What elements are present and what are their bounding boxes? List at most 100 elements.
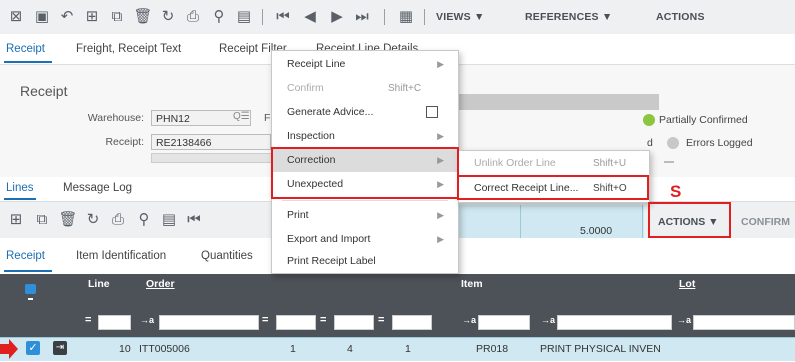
- cell-description: PRINT PHYSICAL INVEN: [540, 343, 661, 355]
- tab-receipt[interactable]: Receipt: [6, 43, 45, 55]
- warehouse-label: Warehouse:: [87, 112, 144, 124]
- tab-freight-receipt-text[interactable]: Freight, Receipt Text: [76, 43, 181, 55]
- column-header-order[interactable]: Order: [146, 278, 175, 290]
- menu-item-receipt-line[interactable]: Receipt Line ▶: [272, 53, 458, 76]
- select-all-icon[interactable]: [25, 284, 36, 294]
- filter-op-q3: =: [378, 314, 385, 326]
- filter-lot-input[interactable]: [693, 315, 795, 330]
- actions-menu[interactable]: ACTIONS: [656, 11, 705, 23]
- toolbar-divider: [384, 9, 385, 25]
- menu-item-confirm[interactable]: Confirm Shift+C: [272, 77, 458, 100]
- receipt-label: Receipt:: [105, 136, 144, 148]
- tab-message-log[interactable]: Message Log: [63, 182, 132, 194]
- last-record-icon[interactable]: ⏭: [352, 7, 372, 27]
- menu-item-generate-advice[interactable]: Generate Advice...: [272, 101, 458, 124]
- toolbar-divider: [424, 9, 425, 25]
- filter-q1-input[interactable]: [276, 315, 316, 330]
- form-title: Receipt: [20, 83, 68, 99]
- active-tab-indicator: [4, 61, 52, 63]
- next-record-icon[interactable]: ▶: [327, 7, 347, 27]
- save-icon[interactable]: ▣: [32, 7, 52, 27]
- filter-item-input[interactable]: [478, 315, 530, 330]
- partially-confirmed-indicator: [643, 114, 655, 126]
- duplicate-icon[interactable]: ⧉: [107, 7, 127, 27]
- chevron-right-icon: ▶: [437, 234, 444, 244]
- filter-op-description: →a: [541, 315, 556, 325]
- grid-tab-quantities[interactable]: Quantities: [201, 250, 253, 262]
- row-detail-icon[interactable]: ⇥: [53, 341, 67, 355]
- cell-item: PR018: [476, 343, 509, 355]
- filter-order-input[interactable]: [159, 315, 259, 330]
- cell-order: ITT005006: [139, 343, 190, 355]
- quantity-value: 5.0000: [580, 225, 613, 237]
- menu-item-print-receipt-label[interactable]: Print Receipt Label: [272, 250, 458, 273]
- tab-lines[interactable]: Lines: [6, 182, 34, 194]
- filter-q2-input[interactable]: [334, 315, 374, 330]
- active-grid-tab-indicator: [4, 270, 52, 272]
- annotation-box-correction: [271, 147, 459, 199]
- filter-q3-input[interactable]: [392, 315, 432, 330]
- filter-op-q1: =: [262, 314, 269, 326]
- undo-icon[interactable]: ↶: [57, 7, 77, 27]
- field-label-fragment: F: [264, 112, 271, 124]
- select-all-dash: [28, 298, 33, 300]
- row-pointer-arrow-icon: [0, 339, 18, 359]
- views-menu[interactable]: VIEWS ▼: [436, 11, 485, 23]
- first-record-icon[interactable]: ⏮: [273, 7, 293, 27]
- filter-op-order: →a: [140, 315, 155, 325]
- chevron-right-icon: ▶: [437, 59, 444, 69]
- search-icon[interactable]: ⚲: [209, 7, 229, 27]
- filter-line-input[interactable]: [98, 315, 131, 330]
- cell-q1: 1: [290, 343, 296, 355]
- references-menu[interactable]: REFERENCES ▼: [525, 11, 612, 23]
- refresh-lines-icon[interactable]: ↻: [83, 210, 103, 230]
- excel-export-icon[interactable]: ⊠: [6, 7, 26, 27]
- table-row[interactable]: ✓ ⇥ 10 ITT005006 1 4 1 PR018 PRINT PHYSI…: [0, 337, 795, 361]
- previous-record-icon[interactable]: ◀: [300, 7, 320, 27]
- new-line-icon[interactable]: ⊞: [6, 210, 26, 230]
- column-header-item[interactable]: Item: [461, 278, 483, 290]
- cell-q3: 1: [405, 343, 411, 355]
- print-icon[interactable]: ⎙: [183, 7, 203, 27]
- grid-tab-receipt[interactable]: Receipt: [6, 250, 45, 262]
- grid-header: Line Order Item Lot: [0, 274, 795, 308]
- attachment-icon[interactable]: ▤: [234, 7, 254, 27]
- selected-row-strip: [458, 205, 644, 238]
- filter-op-lot: →a: [677, 315, 692, 325]
- lookup-icon[interactable]: Q☰: [233, 111, 250, 122]
- first-line-icon[interactable]: ⏮: [184, 210, 204, 230]
- row-checkbox[interactable]: ✓: [26, 341, 40, 355]
- column-divider: [520, 205, 521, 238]
- column-header-line[interactable]: Line: [88, 278, 110, 290]
- receipt-field[interactable]: RE2138466: [151, 134, 271, 150]
- filter-description-input[interactable]: [557, 315, 672, 330]
- grid-tab-item-identification[interactable]: Item Identification: [76, 250, 166, 262]
- errors-logged-indicator: [667, 137, 679, 149]
- menu-divider: [282, 200, 448, 201]
- status-partially-confirmed: Partially Confirmed: [659, 114, 748, 126]
- new-icon[interactable]: ⊞: [82, 7, 102, 27]
- refresh-icon[interactable]: ↻: [158, 7, 178, 27]
- status-errors-logged: Errors Logged: [686, 137, 753, 149]
- calendar-icon[interactable]: ▦: [396, 7, 416, 27]
- annotation-box-correct-receipt-line: [457, 175, 649, 200]
- status-bar: [459, 94, 659, 110]
- menu-item-export-and-import[interactable]: Export and Import ▶: [272, 228, 458, 251]
- menu-item-unlink-order-line[interactable]: Unlink Order Line Shift+U: [459, 152, 649, 175]
- delete-line-icon[interactable]: 🗑︎: [58, 210, 78, 230]
- duplicate-line-icon[interactable]: ⧉: [32, 210, 52, 230]
- chevron-right-icon: ▶: [437, 210, 444, 220]
- menu-item-print[interactable]: Print ▶: [272, 204, 458, 227]
- toolbar-divider: [262, 9, 263, 25]
- search-lines-icon[interactable]: ⚲: [134, 210, 154, 230]
- attachment-lines-icon[interactable]: ▤: [159, 210, 179, 230]
- generate-advice-checkbox[interactable]: [426, 106, 438, 118]
- print-lines-icon[interactable]: ⎙: [108, 210, 128, 230]
- filter-op-q2: =: [320, 314, 327, 326]
- confirm-button[interactable]: CONFIRM: [741, 216, 790, 228]
- column-header-lot[interactable]: Lot: [679, 278, 695, 290]
- filter-row: = →a = = = →a →a →a: [0, 308, 795, 337]
- menu-item-inspection[interactable]: Inspection ▶: [272, 125, 458, 148]
- annotation-box-actions: [648, 202, 731, 238]
- delete-icon[interactable]: 🗑︎: [133, 7, 153, 27]
